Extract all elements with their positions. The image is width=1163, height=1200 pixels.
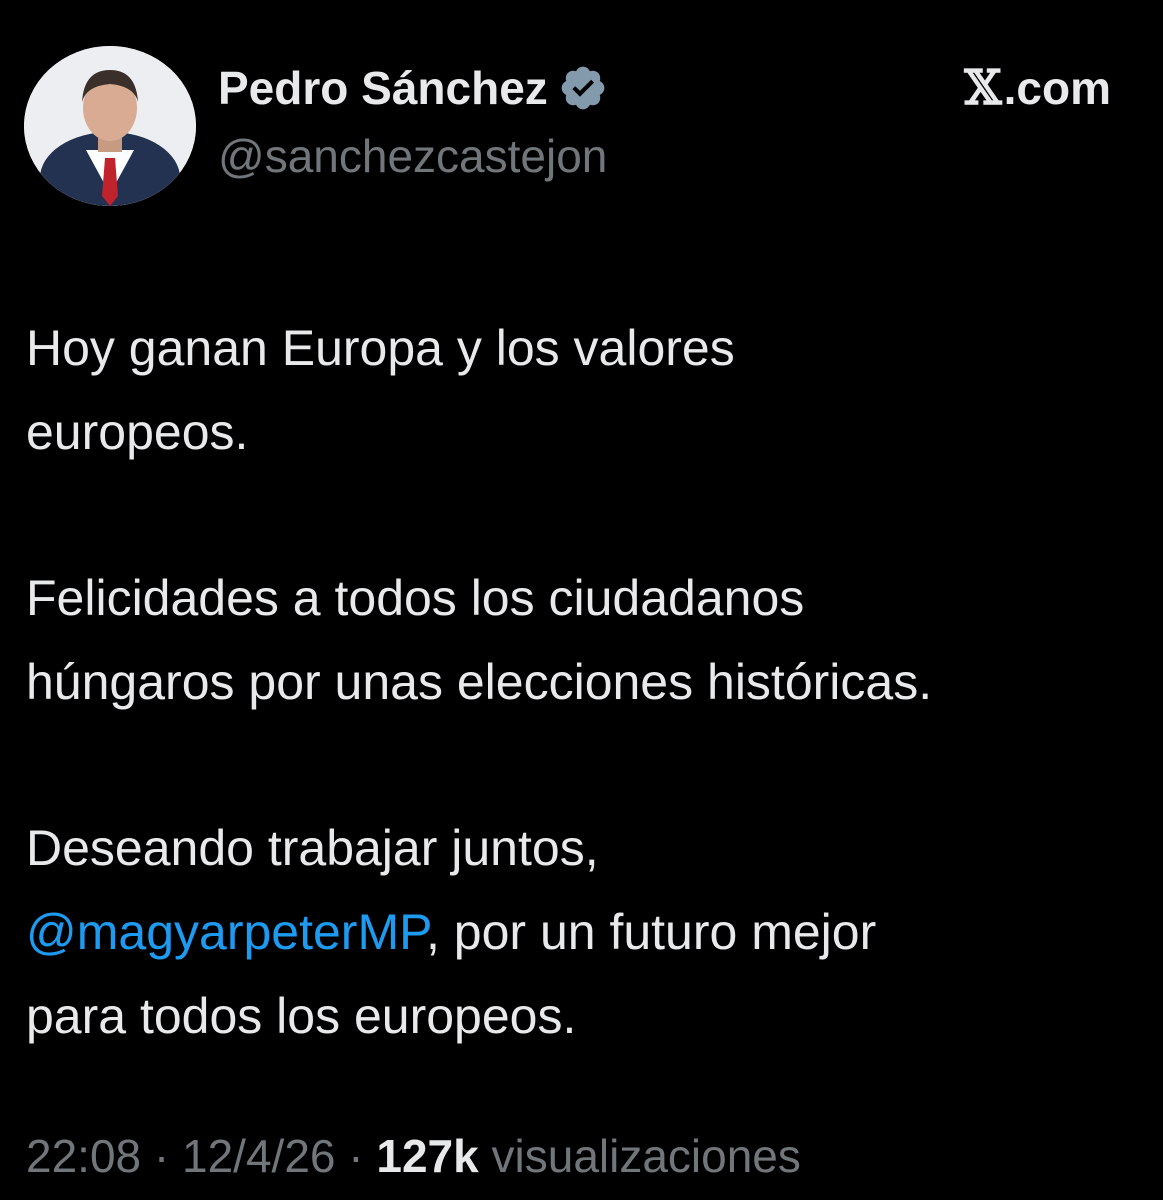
tweet-paragraph: Hoy ganan Europa y los valores europeos.	[26, 306, 1146, 474]
tweet-text-line: para todos los europeos.	[26, 988, 577, 1044]
avatar[interactable]	[24, 46, 196, 206]
tweet-paragraph: Felicidades a todos los ciudadanos húnga…	[26, 556, 1146, 724]
author-handle[interactable]: @sanchezcastejon	[218, 128, 607, 184]
meta-separator: ·	[335, 1130, 377, 1182]
brand-logo: 𝕏 .com	[964, 60, 1111, 116]
tweet-time[interactable]: 22:08	[26, 1130, 141, 1182]
brand-domain: .com	[1003, 62, 1111, 114]
meta-separator: ·	[141, 1130, 183, 1182]
tweet-text-line: húngaros por unas elecciones históricas.	[26, 654, 933, 710]
tweet-text: Hoy ganan Europa y los valores europeos.…	[26, 306, 1146, 1058]
views-label: visualizaciones	[478, 1130, 801, 1182]
tweet-meta: 22:08 · 12/4/26 · 127k visualizaciones	[26, 1128, 801, 1184]
mention-link[interactable]: @magyarpeterMP	[26, 904, 426, 960]
tweet-text-line: Felicidades a todos los ciudadanos	[26, 570, 805, 626]
tweet-text-line: @magyarpeterMP, por un futuro mejor	[26, 890, 1146, 974]
author-name[interactable]: Pedro Sánchez	[218, 60, 608, 116]
tweet-text-line: europeos.	[26, 404, 249, 460]
verified-badge-icon	[558, 63, 608, 113]
avatar-portrait-image	[24, 46, 196, 206]
tweet-date[interactable]: 12/4/26	[182, 1130, 335, 1182]
tweet-paragraph: Deseando trabajar juntos, @magyarpeterMP…	[26, 806, 1146, 1058]
tweet-text-line: Deseando trabajar juntos,	[26, 820, 599, 876]
views-count[interactable]: 127k	[376, 1130, 478, 1182]
author-name-text[interactable]: Pedro Sánchez	[218, 60, 548, 116]
x-logo-icon: 𝕏	[964, 60, 1002, 116]
tweet-text-fragment: , por un futuro mejor	[426, 904, 877, 960]
tweet-text-line: Hoy ganan Europa y los valores	[26, 320, 735, 376]
